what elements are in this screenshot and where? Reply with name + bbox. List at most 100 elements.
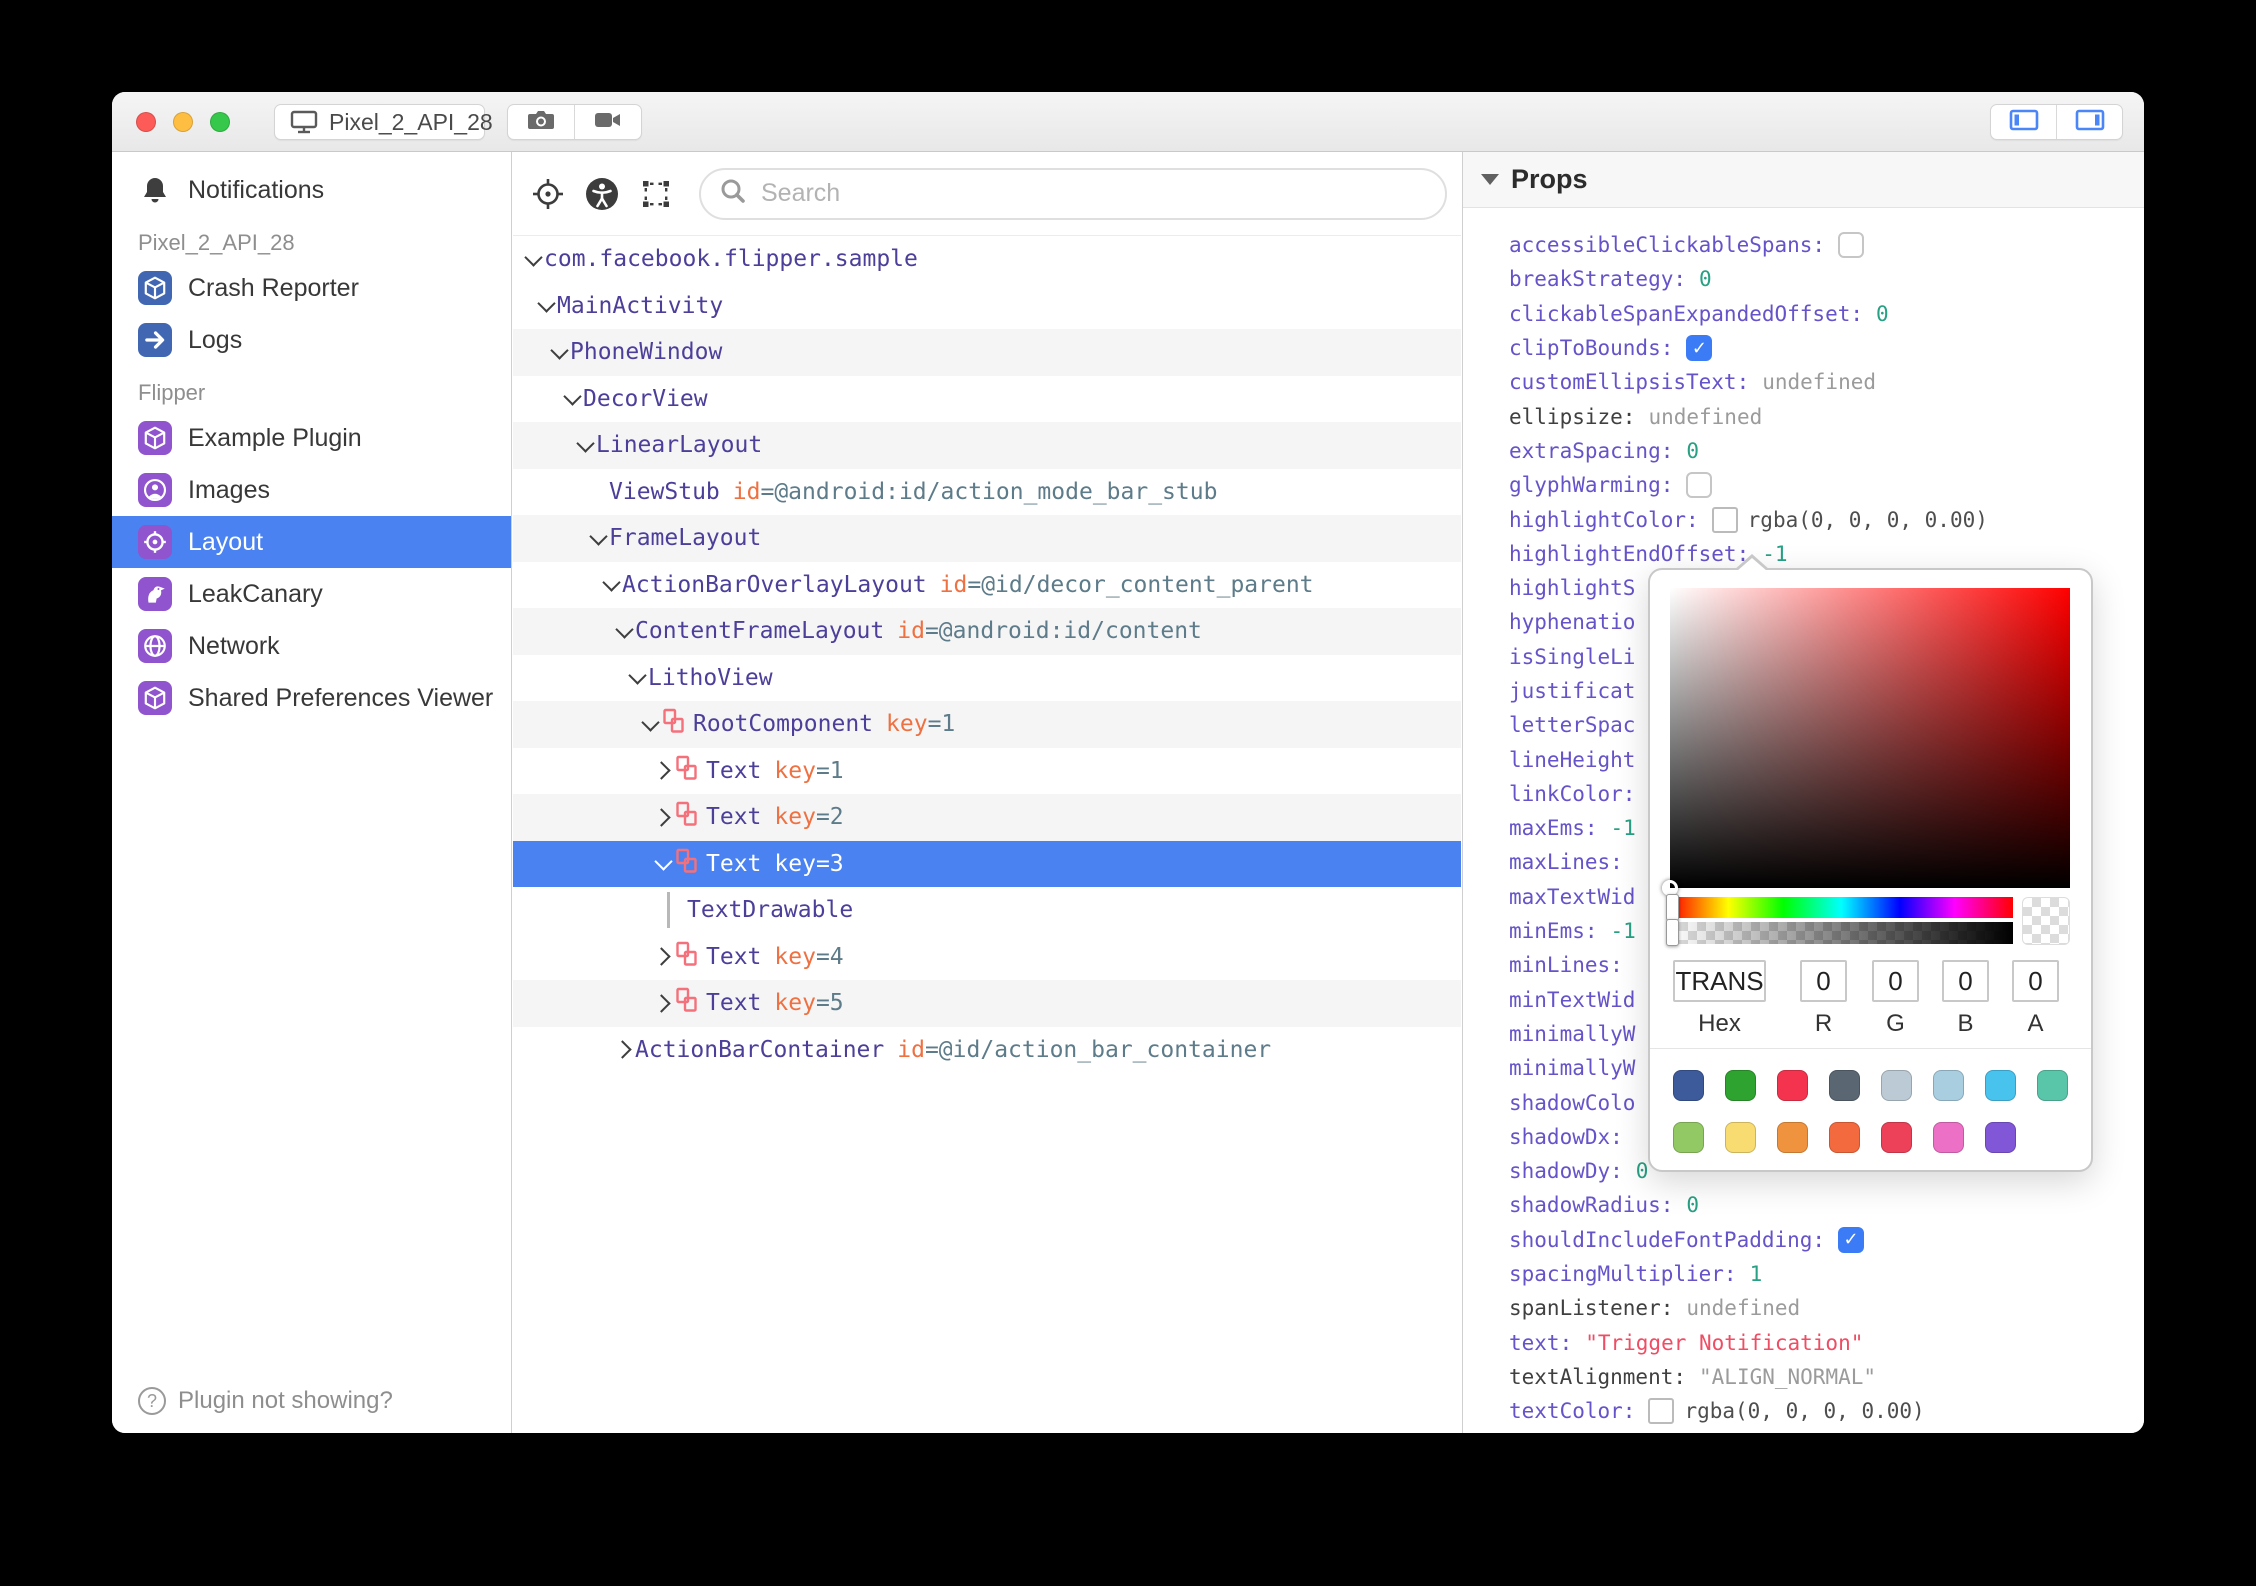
prop-value-number[interactable]: 0 <box>1686 439 1699 463</box>
chevron-down-icon[interactable] <box>536 294 556 313</box>
tree-row-decorview[interactable]: DecorView <box>513 376 1461 423</box>
minimize-button[interactable] <box>173 112 193 132</box>
tree-row-contentframelayout[interactable]: ContentFrameLayout id =@android:id/content <box>513 608 1461 655</box>
green-input[interactable]: 0 <box>1872 960 1919 1002</box>
sidebar-item-example-plugin[interactable]: Example Plugin <box>112 412 511 464</box>
preset-color-swatch[interactable] <box>1881 1070 1912 1101</box>
chevron-down-icon[interactable] <box>523 248 543 267</box>
alpha-slider[interactable] <box>1666 919 2013 946</box>
chevron-right-icon[interactable] <box>652 994 671 1013</box>
prop-value-number[interactable]: -1 <box>1611 919 1636 943</box>
preset-color-swatch[interactable] <box>1673 1070 1704 1101</box>
prop-value-string[interactable]: "Trigger Notification" <box>1585 1331 1863 1355</box>
checkbox-checked[interactable]: ✓ <box>1686 335 1713 362</box>
hex-input[interactable]: TRANS <box>1673 960 1766 1002</box>
preset-color-swatch[interactable] <box>2037 1070 2068 1101</box>
checkbox-unchecked[interactable] <box>1686 472 1713 499</box>
preset-color-swatch[interactable] <box>1985 1070 2016 1101</box>
prop-row-spacingmultiplier: spacingMultiplier: 1 <box>1509 1257 2144 1291</box>
chevron-down-icon[interactable] <box>653 852 673 871</box>
zoom-button[interactable] <box>210 112 230 132</box>
tree-row-linearlayout[interactable]: LinearLayout <box>513 422 1461 469</box>
color-swatch-button[interactable] <box>1648 1398 1675 1425</box>
sidebar-item-shared-preferences-viewer[interactable]: Shared Preferences Viewer <box>112 672 511 724</box>
tree-row-text[interactable]: Text key =4 <box>513 934 1461 981</box>
preset-color-swatch[interactable] <box>1881 1122 1912 1153</box>
chevron-down-icon[interactable] <box>640 713 660 732</box>
toggle-left-sidebar-button[interactable] <box>1991 105 2056 139</box>
tree-row-mainactivity[interactable]: MainActivity <box>513 283 1461 330</box>
checkbox-checked[interactable]: ✓ <box>1838 1226 1865 1253</box>
preset-color-swatch[interactable] <box>1829 1122 1860 1153</box>
sidebar-item-images[interactable]: Images <box>112 464 511 516</box>
tree-row-textdrawable[interactable]: TextDrawable <box>513 887 1461 934</box>
screenshot-button[interactable] <box>508 105 574 139</box>
device-tab[interactable]: Pixel_2_API_28 <box>274 104 493 140</box>
select-element-button[interactable] <box>637 175 675 213</box>
chevron-down-icon[interactable] <box>575 434 595 453</box>
red-input[interactable]: 0 <box>1800 960 1847 1002</box>
preset-color-swatch[interactable] <box>1829 1070 1860 1101</box>
hue-slider-handle[interactable] <box>1666 894 1679 921</box>
prop-row-ellipsize: ellipsize: undefined <box>1509 399 2144 433</box>
preset-color-swatch[interactable] <box>1725 1122 1756 1153</box>
prop-value-number[interactable]: 0 <box>1876 302 1889 326</box>
sidebar-item-layout[interactable]: Layout <box>112 516 511 568</box>
plugin-help-link[interactable]: ? Plugin not showing? <box>138 1387 393 1415</box>
record-video-button[interactable] <box>574 105 641 139</box>
sidebar-item-notifications[interactable]: Notifications <box>112 164 511 216</box>
chevron-down-icon[interactable] <box>627 666 647 685</box>
tree-row-rootcomponent[interactable]: RootComponent key =1 <box>513 701 1461 748</box>
chevron-down-icon[interactable] <box>562 387 582 406</box>
preset-color-swatch[interactable] <box>1933 1070 1964 1101</box>
preset-color-swatch[interactable] <box>1725 1070 1756 1101</box>
prop-value-number[interactable]: 1 <box>1750 1262 1763 1286</box>
tree-row-text[interactable]: Text key =1 <box>513 748 1461 795</box>
tree-row-actionbarcontainer[interactable]: ActionBarContainer id =@id/action_bar_cont… <box>513 1027 1461 1074</box>
tree-row-text[interactable]: Text key =5 <box>513 980 1461 1027</box>
tree-row-viewstub[interactable]: ViewStub id =@android:id/action_mode_bar_s… <box>513 469 1461 516</box>
chevron-right-icon[interactable] <box>652 808 671 827</box>
tree-row-lithoview[interactable]: LithoView <box>513 655 1461 702</box>
tree-row-phonewindow[interactable]: PhoneWindow <box>513 329 1461 376</box>
tree-row-text[interactable]: Text key =2 <box>513 794 1461 841</box>
chevron-down-icon[interactable] <box>588 527 608 546</box>
tree-row-com-facebook-flipper-sample[interactable]: com.facebook.flipper.sample <box>513 236 1461 283</box>
color-swatch-button[interactable] <box>1711 506 1738 533</box>
alpha-input[interactable]: 0 <box>2012 960 2059 1002</box>
preset-color-swatch[interactable] <box>1777 1070 1808 1101</box>
blue-input[interactable]: 0 <box>1942 960 1989 1002</box>
sidebar-item-network[interactable]: Network <box>112 620 511 672</box>
preset-color-swatch[interactable] <box>1933 1122 1964 1153</box>
prop-value-number[interactable]: 0 <box>1686 1193 1699 1217</box>
preset-color-swatch[interactable] <box>1985 1122 2016 1153</box>
prop-value-number[interactable]: 0 <box>1699 267 1712 291</box>
chevron-right-icon[interactable] <box>652 761 671 780</box>
sidebar-item-logs[interactable]: Logs <box>112 314 511 366</box>
prop-value-number[interactable]: -1 <box>1611 816 1636 840</box>
preset-color-swatch[interactable] <box>1673 1122 1704 1153</box>
toggle-right-sidebar-button[interactable] <box>2056 105 2122 139</box>
chevron-down-icon[interactable] <box>549 341 569 360</box>
collapse-triangle-icon[interactable] <box>1481 174 1499 185</box>
target-mode-button[interactable] <box>529 175 567 213</box>
accessibility-mode-button[interactable] <box>583 175 621 213</box>
chevron-right-icon[interactable] <box>652 947 671 966</box>
search-input[interactable] <box>759 178 1427 209</box>
chevron-right-icon[interactable] <box>613 1040 632 1059</box>
tree-row-text[interactable]: Text key =3 <box>513 840 1461 887</box>
tree-row-actionbaroverlaylayout[interactable]: ActionBarOverlayLayout id =@id/decor_conte… <box>513 562 1461 609</box>
chevron-down-icon[interactable] <box>614 620 634 639</box>
alpha-slider-handle[interactable] <box>1666 919 1679 946</box>
preset-color-swatch[interactable] <box>1777 1122 1808 1153</box>
right-panel-icon <box>2074 108 2106 137</box>
prop-value-number[interactable]: 0 <box>1636 1159 1649 1183</box>
sidebar-item-leakcanary[interactable]: LeakCanary <box>112 568 511 620</box>
hue-slider[interactable] <box>1666 894 2013 921</box>
saturation-value-area[interactable] <box>1662 588 2070 896</box>
checkbox-unchecked[interactable] <box>1838 232 1865 259</box>
sidebar-item-crash-reporter[interactable]: Crash Reporter <box>112 262 511 314</box>
chevron-down-icon[interactable] <box>601 573 621 592</box>
tree-row-framelayout[interactable]: FrameLayout <box>513 515 1461 562</box>
close-button[interactable] <box>136 112 156 132</box>
